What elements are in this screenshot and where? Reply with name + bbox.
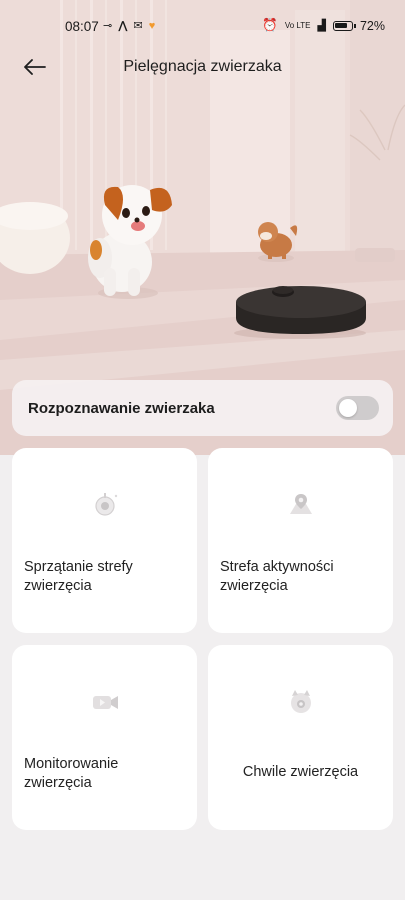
pet-zone-cleaning-card[interactable]: Sprzątanie strefy zwierzęcia (12, 448, 197, 633)
alarm-icon: ⏰ (262, 18, 278, 32)
battery-icon (332, 20, 356, 31)
toggle-knob (339, 399, 357, 417)
battery-percent: 72% (359, 18, 385, 33)
robot-vacuum-icon (95, 493, 118, 516)
page-title: Pielęgnacja zwierzaka (123, 58, 282, 75)
heart-icon: ♥ (148, 19, 156, 32)
pet-zone-cleaning-label: Sprzątanie strefy zwierzęcia (24, 559, 133, 594)
pet-monitoring-card[interactable]: Monitorowanie zwierzęcia (12, 645, 197, 830)
pet-face-icon (291, 690, 311, 713)
map-pin-icon (290, 494, 312, 514)
pet-activity-zone-card[interactable]: Strefa aktywności zwierzęcia (208, 448, 393, 633)
pet-moments-label: Chwile zwierzęcia (242, 764, 359, 780)
notification-icons: ⊸ ⋀ ✉ ♥ (103, 19, 156, 33)
status-bar: 08:07 ⊸ ⋀ ✉ ♥ ⏰ Vo LTE ▟ 72% (0, 0, 405, 52)
signal-icon: ▟ (317, 20, 326, 32)
pet-monitoring-label: Monitorowanie zwierzęcia (24, 756, 119, 791)
pet-recognition-toggle[interactable] (336, 396, 379, 420)
pet-activity-zone-label: Strefa aktywności zwierzęcia (220, 559, 334, 594)
app-icon: ⋀ (118, 20, 128, 32)
network-icon: Vo LTE (284, 20, 311, 30)
pet-recognition-row: Rozpoznawanie zwierzaka (12, 380, 393, 436)
mail-icon: ✉ (133, 20, 143, 32)
pet-recognition-label: Rozpoznawanie zwierzaka (28, 399, 215, 417)
status-time: 08:07 (65, 19, 99, 34)
system-icons: ⏰ Vo LTE ▟ 72% (262, 18, 385, 33)
pet-moments-card[interactable]: Chwile zwierzęcia (208, 645, 393, 830)
robot-vacuum-illustration (234, 286, 366, 339)
video-camera-icon (93, 696, 118, 709)
link-icon: ⊸ (103, 20, 113, 32)
